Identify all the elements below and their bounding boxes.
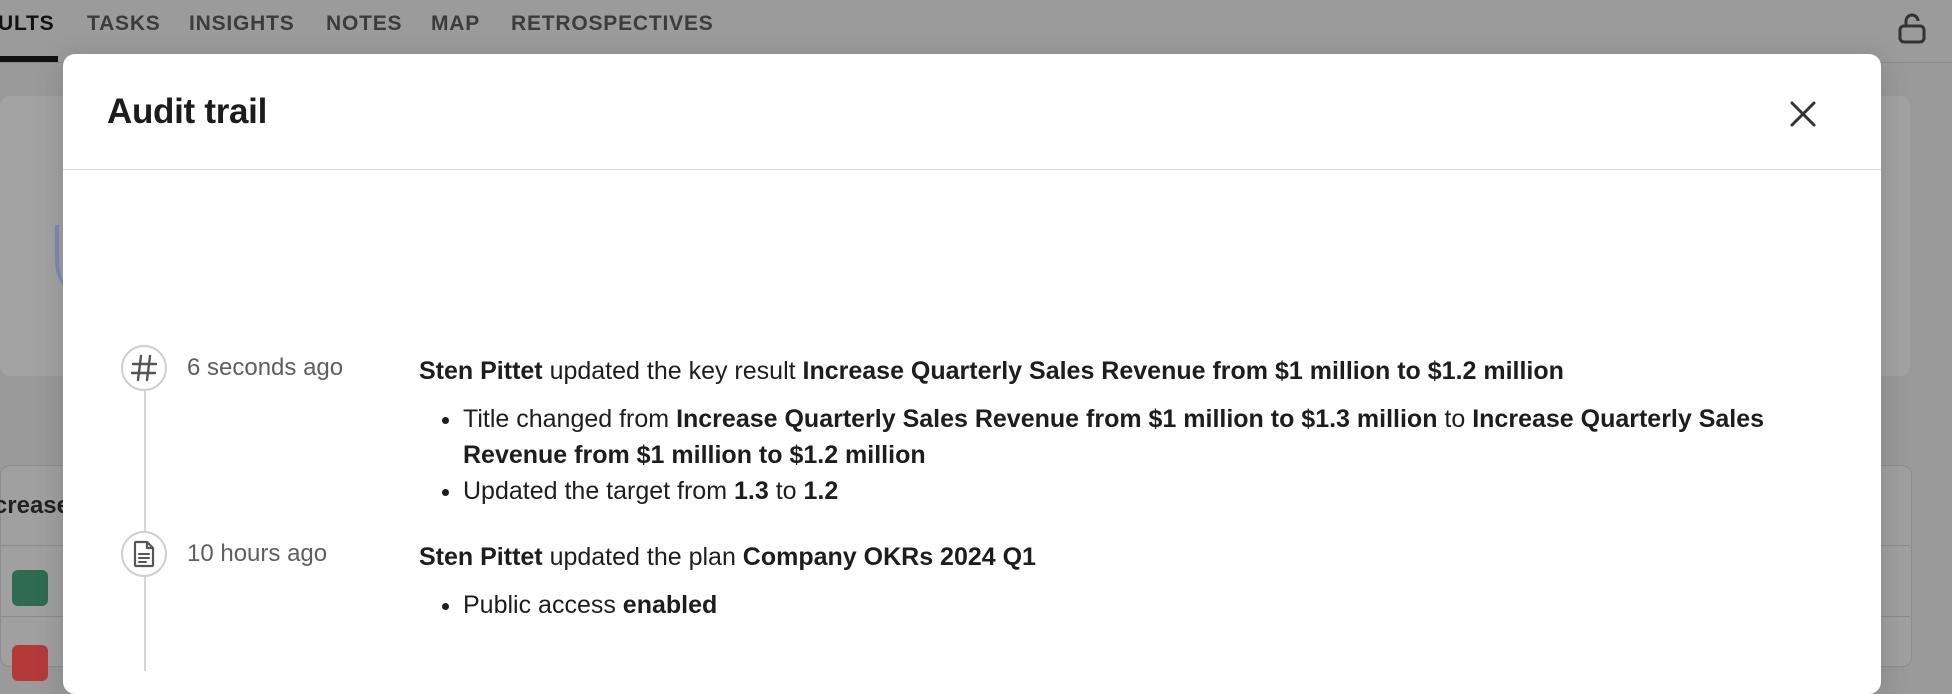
- tab-key-results[interactable]: ULTS: [0, 12, 54, 36]
- change-item: Public access enabled: [463, 587, 1829, 623]
- old-value: 1.3: [733, 477, 769, 505]
- active-tab-indicator: [0, 56, 58, 62]
- timeline-node: [121, 531, 167, 577]
- tab-map[interactable]: MAP: [431, 12, 480, 36]
- timeline-rail: [144, 577, 146, 671]
- audit-trail-modal: Audit trail 6 seconds ago Sten Pittet up…: [63, 54, 1881, 694]
- target-name: Company OKRs 2024 Q1: [742, 543, 1036, 571]
- change-label: Public access: [463, 591, 623, 619]
- status-square-red: [12, 645, 48, 681]
- action-text: updated the plan: [542, 543, 743, 571]
- tab-insights[interactable]: INSIGHTS: [189, 12, 295, 36]
- target-name: Increase Quarterly Sales Revenue from $1…: [802, 357, 1564, 385]
- tab-notes[interactable]: NOTES: [326, 12, 402, 36]
- hash-icon: [130, 354, 158, 382]
- entry-summary: Sten Pittet updated the key result Incre…: [419, 353, 1829, 389]
- change-connector: to: [768, 477, 804, 505]
- timeline-node: [121, 345, 167, 391]
- document-icon: [133, 540, 155, 568]
- change-item: Updated the target from 1.3 to 1.2: [463, 473, 1829, 509]
- entry-timestamp: 10 hours ago: [187, 540, 328, 567]
- timeline-rail: [144, 391, 146, 533]
- actor-name: Sten Pittet: [419, 357, 543, 385]
- actor-name: Sten Pittet: [419, 543, 543, 571]
- change-item: Title changed from Increase Quarterly Sa…: [463, 401, 1829, 473]
- background-card-title: ncrease: [0, 492, 70, 519]
- change-connector: to: [1437, 405, 1473, 433]
- entry-summary: Sten Pittet updated the plan Company OKR…: [419, 539, 1829, 575]
- entry-content: Sten Pittet updated the key result Incre…: [419, 353, 1829, 509]
- change-label: Title changed from: [463, 405, 677, 433]
- entry-content: Sten Pittet updated the plan Company OKR…: [419, 539, 1829, 623]
- status-square-green: [12, 570, 48, 606]
- action-text: updated the key result: [542, 357, 803, 385]
- old-value: Increase Quarterly Sales Revenue from $1…: [676, 405, 1438, 433]
- entry-timestamp: 6 seconds ago: [187, 354, 344, 381]
- close-button[interactable]: [1783, 94, 1823, 134]
- new-value: 1.2: [803, 477, 839, 505]
- modal-header: Audit trail: [63, 54, 1881, 170]
- change-label: Updated the target from: [463, 477, 734, 505]
- tab-retrospectives[interactable]: RETROSPECTIVES: [511, 12, 714, 36]
- lock-icon[interactable]: [1896, 12, 1928, 44]
- new-value: enabled: [622, 591, 718, 619]
- modal-title: Audit trail: [107, 92, 268, 131]
- change-list: Title changed from Increase Quarterly Sa…: [419, 401, 1829, 509]
- tab-tasks[interactable]: TASKS: [87, 12, 161, 36]
- close-icon: [1790, 101, 1816, 127]
- change-list: Public access enabled: [419, 587, 1829, 623]
